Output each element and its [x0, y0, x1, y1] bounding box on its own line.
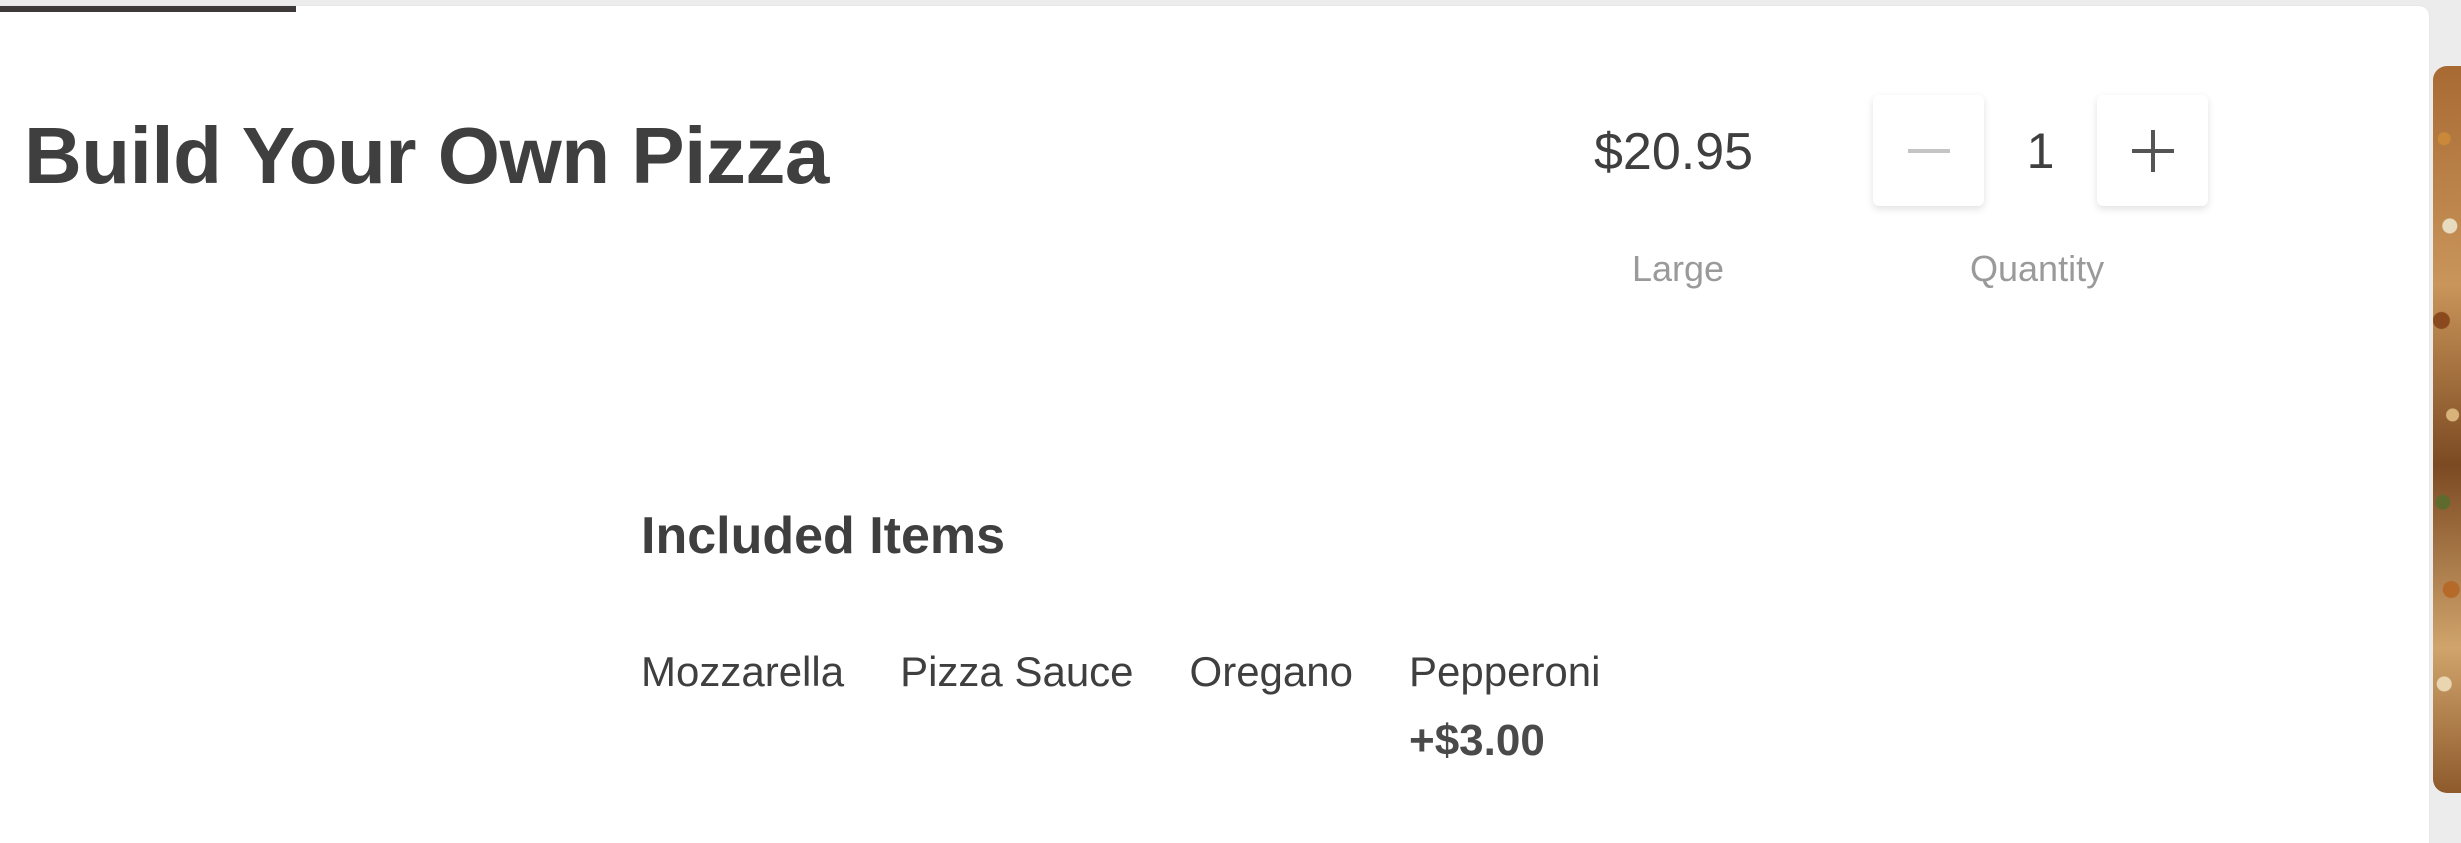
included-item-mozzarella[interactable]: Mozzarella — [641, 646, 844, 698]
included-item-pizza-sauce[interactable]: Pizza Sauce — [900, 646, 1133, 698]
page: Build Your Own Pizza $20.95 Large 1 Quan… — [0, 0, 2461, 843]
product-card: Build Your Own Pizza $20.95 Large 1 Quan… — [0, 6, 2429, 843]
size-label: Large — [1632, 248, 1725, 289]
item-name: Pizza Sauce — [900, 648, 1134, 695]
included-items-title: Included Items — [641, 507, 1006, 565]
included-item-pepperoni[interactable]: Pepperoni +$3.00 — [1409, 646, 1600, 766]
item-extra-price: +$3.00 — [1409, 716, 1545, 765]
increment-quantity-button[interactable] — [2097, 95, 2208, 206]
progress-bar — [0, 6, 296, 12]
item-name: Pepperoni — [1409, 648, 1601, 695]
product-title: Build Your Own Pizza — [24, 111, 829, 200]
minus-icon — [1906, 128, 1952, 174]
item-name: Oregano — [1189, 648, 1353, 695]
included-item-oregano[interactable]: Oregano — [1190, 646, 1353, 698]
pizza-image-edge — [2433, 66, 2461, 793]
product-price: $20.95 — [1594, 123, 1754, 181]
quantity-label: Quantity — [1970, 248, 2105, 289]
quantity-value: 1 — [2026, 122, 2055, 179]
item-name: Mozzarella — [641, 648, 845, 695]
plus-icon — [2130, 128, 2176, 174]
decrement-quantity-button[interactable] — [1873, 95, 1984, 206]
included-items-list: Mozzarella Pizza Sauce Oregano Pepperoni… — [641, 646, 1600, 766]
